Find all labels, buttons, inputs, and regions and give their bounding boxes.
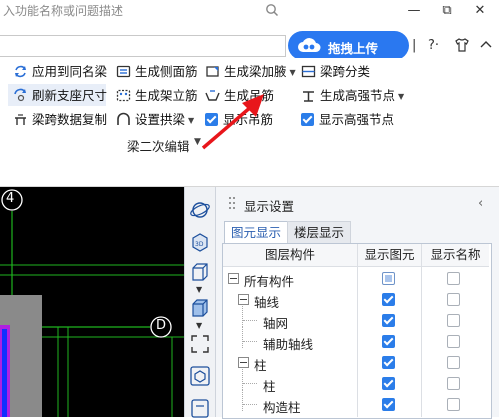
chevron-down-icon[interactable]: ▼ xyxy=(196,321,202,330)
axis-label-d: D xyxy=(156,318,167,333)
chevron-left-icon[interactable]: ‹ xyxy=(478,196,483,211)
tree-guide xyxy=(242,390,243,411)
show-element-checkbox[interactable] xyxy=(382,377,395,390)
show-element-checkbox[interactable] xyxy=(382,335,395,348)
refresh-support-size-button[interactable]: 刷新支座尺寸 xyxy=(13,86,107,106)
show-name-checkbox[interactable] xyxy=(447,314,460,327)
cloud-icon xyxy=(298,38,321,52)
help-icon[interactable]: ?· xyxy=(428,38,439,53)
upload-label: 拖拽上传 xyxy=(328,41,379,56)
layer-label: 辅助轴线 xyxy=(263,337,314,352)
layer-label: 轴线 xyxy=(254,295,280,310)
checkbox-checked[interactable] xyxy=(301,113,314,126)
tab-floor-display[interactable]: 楼层显示 xyxy=(287,221,352,244)
generate-side-rebar-button[interactable]: 生成侧面筋 xyxy=(116,62,198,82)
show-name-checkbox[interactable] xyxy=(447,356,460,369)
show-element-checkbox[interactable] xyxy=(382,293,395,306)
3d-view-icon[interactable]: 3D xyxy=(189,231,211,253)
tree-guide xyxy=(243,404,257,405)
view-toolbar: 3D ▼ ▼ xyxy=(184,187,216,419)
search-input[interactable] xyxy=(0,35,286,57)
cube-icon[interactable] xyxy=(189,261,211,283)
span-classify-icon xyxy=(301,65,316,78)
refresh-arrows-icon xyxy=(15,65,26,78)
tree-guide xyxy=(242,327,243,348)
tree-guide xyxy=(242,369,243,390)
apply-same-beam-button[interactable]: 应用到同名梁 xyxy=(13,62,107,82)
cad-canvas[interactable]: 4 D xyxy=(0,187,184,417)
layer-label: 轴网 xyxy=(263,316,289,331)
collapse-toggle-icon[interactable] xyxy=(238,357,249,368)
show-element-checkbox[interactable] xyxy=(382,272,395,285)
collapse-toggle-icon[interactable] xyxy=(228,273,239,284)
collapse-toggle-icon[interactable] xyxy=(238,294,249,305)
side-rebar-icon xyxy=(116,65,131,78)
arch-beam-icon xyxy=(117,112,130,125)
generate-high-strength-node-button[interactable]: 生成高强节点 ▼ xyxy=(301,86,404,106)
show-element-checkbox[interactable] xyxy=(382,356,395,369)
drag-handle-icon[interactable] xyxy=(228,196,236,210)
layer-label: 柱 xyxy=(254,358,267,373)
divider: | xyxy=(412,38,417,53)
tree-guide xyxy=(243,383,257,384)
search-placeholder: 入功能名称或问题描述 xyxy=(3,4,124,18)
generate-haunch-button[interactable]: 生成梁加腋 ▼ xyxy=(205,62,296,82)
orbit-icon[interactable] xyxy=(189,199,211,221)
layer-label: 所有构件 xyxy=(244,274,295,289)
haunch-icon xyxy=(206,66,219,77)
show-name-checkbox[interactable] xyxy=(447,377,460,390)
beam-span-classify-button[interactable]: 梁跨分类 xyxy=(301,62,370,82)
high-strength-node-icon xyxy=(303,91,314,102)
column-header-show-element: 显示图元 xyxy=(358,244,421,267)
ribbon-group-label: 梁二次编辑 xyxy=(127,139,190,154)
tab-element-display[interactable]: 图元显示 xyxy=(224,221,289,244)
layer-label: 柱 xyxy=(263,379,276,394)
layer-label: 构造柱 xyxy=(263,400,301,415)
search-icon[interactable] xyxy=(265,3,279,17)
chevron-up-icon[interactable] xyxy=(480,38,492,53)
generate-erection-rebar-button[interactable]: 生成架立筋 xyxy=(116,86,198,106)
show-element-checkbox[interactable] xyxy=(382,314,395,327)
refresh-support-icon xyxy=(14,88,26,102)
maximize-button[interactable]: ⧉ xyxy=(436,2,458,20)
box-view-icon[interactable] xyxy=(189,365,211,387)
show-name-checkbox[interactable] xyxy=(447,293,460,306)
axis-label-4: 4 xyxy=(6,191,15,206)
minimize-button[interactable]: — xyxy=(403,2,425,20)
cad-drawing xyxy=(0,189,184,417)
shirt-icon[interactable] xyxy=(454,38,470,56)
column-header-show-name: 显示名称 xyxy=(422,244,489,267)
fit-view-icon[interactable] xyxy=(189,333,211,355)
annotation-arrow xyxy=(201,94,264,150)
beam-span-copy-button[interactable]: 梁跨数据复制 xyxy=(13,110,107,130)
show-name-checkbox[interactable] xyxy=(447,398,460,411)
show-name-checkbox[interactable] xyxy=(447,272,460,285)
cube-solid-icon[interactable] xyxy=(189,297,211,319)
list-view-icon[interactable] xyxy=(189,397,211,419)
erection-rebar-icon xyxy=(116,89,131,102)
tree-guide xyxy=(242,306,243,327)
span-copy-icon xyxy=(15,114,26,125)
svg-text:3D: 3D xyxy=(195,241,204,248)
show-element-checkbox[interactable] xyxy=(382,398,395,411)
show-name-checkbox[interactable] xyxy=(447,335,460,348)
column-header-layer: 图层构件 xyxy=(223,244,357,267)
close-button[interactable]: ✕ xyxy=(469,2,491,20)
show-high-strength-node-checkbox[interactable]: 显示高强节点 xyxy=(301,110,394,130)
set-arch-beam-button[interactable]: 设置拱梁 ▼ xyxy=(116,110,194,130)
tree-guide xyxy=(243,320,257,321)
tree-guide xyxy=(243,341,257,342)
panel-title: 显示设置 xyxy=(244,199,295,214)
chevron-down-icon[interactable]: ▼ xyxy=(196,285,202,294)
